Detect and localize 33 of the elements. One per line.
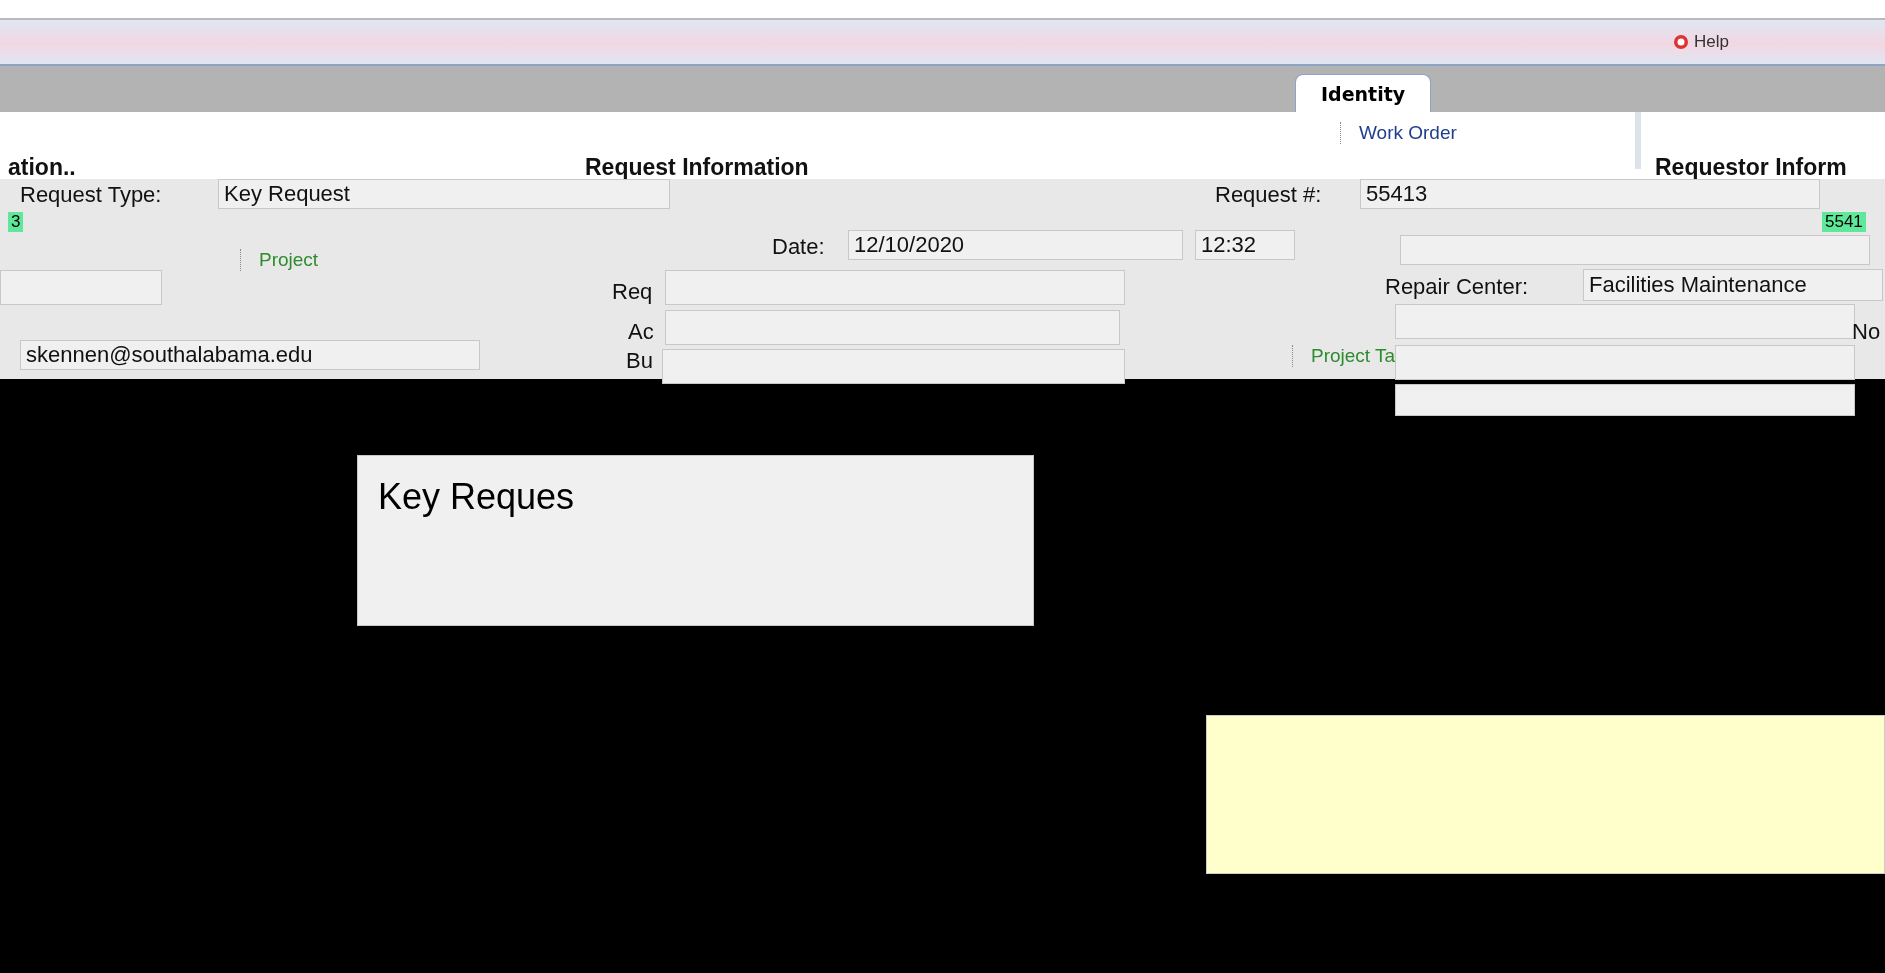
input-field[interactable] [662, 349, 1125, 384]
section-heading: Requestor Inform [1655, 154, 1847, 181]
input-field[interactable] [665, 310, 1120, 345]
count-badge: 5541 [1822, 212, 1866, 232]
input-field[interactable] [0, 270, 162, 305]
input-field[interactable] [1395, 304, 1855, 339]
section-heading: ation.. [8, 154, 76, 181]
input-field[interactable]: 55413 [1360, 179, 1820, 209]
input-field[interactable]: 12:32 [1195, 230, 1295, 260]
field-label: Bu [626, 348, 653, 374]
input-field[interactable] [1400, 235, 1870, 265]
field-label: Req [612, 279, 653, 305]
field-label: Ac [628, 319, 654, 345]
field-label: Request #: [1215, 182, 1322, 208]
input-field[interactable]: 12/10/2020 [848, 230, 1183, 260]
count-badge: 3 [8, 212, 24, 232]
input-field[interactable] [665, 270, 1125, 305]
field-label: Repair Center: [1385, 274, 1529, 300]
input-field[interactable]: skennen@southalabama.edu [20, 340, 480, 370]
help-icon [1673, 34, 1690, 50]
field-label: No [1852, 319, 1881, 345]
tab[interactable]: Identity [1295, 74, 1432, 112]
input-field[interactable] [1395, 345, 1855, 380]
input-field[interactable]: Facilities Maintenance [1583, 269, 1883, 301]
field-label: Date: [772, 234, 825, 260]
help-button[interactable]: Help [1667, 30, 1735, 54]
tree-item[interactable]: Project [240, 249, 319, 271]
field-label: Request Type: [20, 182, 162, 208]
input-field[interactable] [1395, 384, 1855, 416]
input-field[interactable]: Key Request [218, 179, 670, 209]
section-heading: Request Information [585, 154, 809, 181]
description-field[interactable]: Key Reques [357, 455, 1034, 626]
tree-item[interactable]: Work Order [1340, 122, 1457, 144]
